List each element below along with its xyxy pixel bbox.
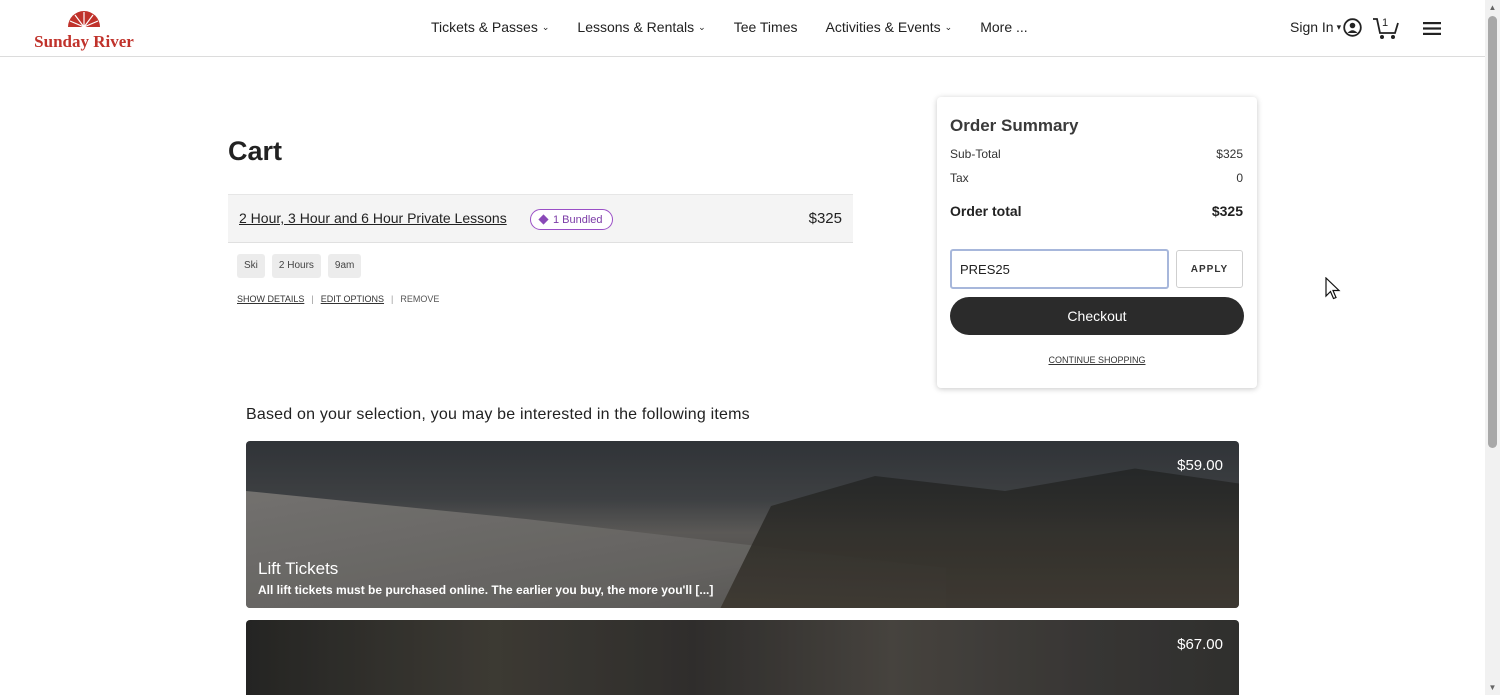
divider: | bbox=[391, 294, 394, 304]
cart-item-name-link[interactable]: 2 Hour, 3 Hour and 6 Hour Private Lesson… bbox=[239, 210, 507, 226]
cart-item-row: 2 Hour, 3 Hour and 6 Hour Private Lesson… bbox=[228, 194, 853, 243]
tax-label: Tax bbox=[950, 171, 969, 185]
card-price: $59.00 bbox=[1177, 457, 1223, 474]
mouse-cursor-icon bbox=[1325, 277, 1341, 300]
sun-logo-icon bbox=[68, 11, 100, 28]
cart-item-price: $325 bbox=[808, 210, 842, 227]
nav-tee-times[interactable]: Tee Times bbox=[734, 19, 798, 35]
divider: | bbox=[311, 294, 314, 304]
page-title: Cart bbox=[228, 136, 283, 166]
chevron-down-icon: ⌄ bbox=[944, 21, 953, 32]
nav-label: More ... bbox=[980, 19, 1028, 35]
nav-label: Tee Times bbox=[733, 19, 798, 35]
checkout-button[interactable]: Checkout bbox=[950, 297, 1244, 335]
card-price: $67.00 bbox=[1177, 636, 1223, 653]
bundled-badge[interactable]: 1 Bundled bbox=[530, 209, 613, 230]
brand-name: Sunday River bbox=[34, 32, 134, 51]
nav-label: Activities & Events bbox=[825, 19, 941, 35]
scroll-up-arrow-icon[interactable]: ▲ bbox=[1488, 3, 1497, 12]
nav-label: Lessons & Rentals bbox=[577, 19, 695, 35]
bundled-badge-label: 1 Bundled bbox=[553, 213, 603, 226]
order-summary-title: Order Summary bbox=[950, 116, 1079, 135]
order-total-label: Order total bbox=[950, 203, 1022, 219]
scroll-down-arrow-icon[interactable]: ▼ bbox=[1488, 683, 1497, 692]
edit-options-link[interactable]: EDIT OPTIONS bbox=[321, 294, 384, 304]
sign-in-button[interactable]: Sign In ▾ bbox=[1290, 19, 1341, 35]
tag-time: 9am bbox=[327, 254, 362, 278]
subtotal-row: Sub-Total $325 bbox=[950, 147, 1243, 161]
tag-sport: Ski bbox=[237, 254, 265, 278]
sign-in-label: Sign In bbox=[1290, 19, 1334, 35]
show-details-link[interactable]: SHOW DETAILS bbox=[237, 294, 304, 304]
scrollbar-thumb[interactable] bbox=[1488, 16, 1497, 448]
chevron-down-icon: ▾ bbox=[1336, 21, 1342, 32]
tax-value: 0 bbox=[1236, 171, 1243, 185]
recommendations-heading: Based on your selection, you may be inte… bbox=[246, 406, 750, 423]
chevron-down-icon: ⌄ bbox=[541, 21, 550, 32]
cart-count-badge: 1 bbox=[1382, 17, 1389, 29]
recommendation-card-second[interactable]: $67.00 bbox=[246, 620, 1239, 695]
package-icon bbox=[538, 214, 549, 225]
card-overlay bbox=[246, 620, 1239, 695]
nav-label: Tickets & Passes bbox=[431, 19, 538, 35]
card-title: Lift Tickets bbox=[258, 559, 339, 578]
nav-more[interactable]: More ... bbox=[980, 19, 1027, 35]
promo-code-input[interactable] bbox=[950, 249, 1169, 289]
nav-lessons-rentals[interactable]: Lessons & Rentals ⌄ bbox=[577, 19, 705, 35]
continue-shopping-link[interactable]: CONTINUE SHOPPING bbox=[937, 355, 1257, 365]
cart-item-actions: SHOW DETAILS | EDIT OPTIONS | REMOVE bbox=[237, 294, 439, 304]
subtotal-value: $325 bbox=[1216, 147, 1243, 161]
hamburger-menu-icon[interactable] bbox=[1423, 21, 1442, 36]
tag-duration: 2 Hours bbox=[271, 254, 321, 278]
tax-row: Tax 0 bbox=[950, 171, 1243, 185]
sunday-river-logo[interactable]: Sunday River bbox=[34, 5, 134, 53]
order-total-value: $325 bbox=[1211, 203, 1243, 219]
user-circle-icon[interactable] bbox=[1343, 18, 1362, 37]
chevron-down-icon: ⌄ bbox=[698, 21, 706, 32]
recommendation-card-lift-tickets[interactable]: $59.00 Lift Tickets All lift tickets mus… bbox=[246, 441, 1239, 608]
site-header: Sunday River Tickets & Passes ⌄ Lessons &… bbox=[0, 0, 1485, 57]
nav-tickets-passes[interactable]: Tickets & Passes ⌄ bbox=[431, 19, 549, 35]
order-summary-panel: Order Summary Sub-Total $325 Tax 0 Order… bbox=[937, 97, 1257, 388]
subtotal-label: Sub-Total bbox=[950, 147, 1001, 161]
card-description: All lift tickets must be purchased onlin… bbox=[258, 583, 714, 597]
main-nav: Tickets & Passes ⌄ Lessons & Rentals ⌄ Tee… bbox=[431, 19, 1056, 35]
cart-item-tags: Ski 2 Hours 9am bbox=[237, 254, 362, 278]
apply-promo-button[interactable]: APPLY bbox=[1176, 250, 1243, 288]
order-total-row: Order total $325 bbox=[950, 203, 1243, 219]
page-scrollbar[interactable]: ▲ ▼ bbox=[1485, 0, 1500, 695]
nav-activities-events[interactable]: Activities & Events ⌄ bbox=[826, 19, 953, 35]
remove-link[interactable]: REMOVE bbox=[400, 294, 439, 304]
